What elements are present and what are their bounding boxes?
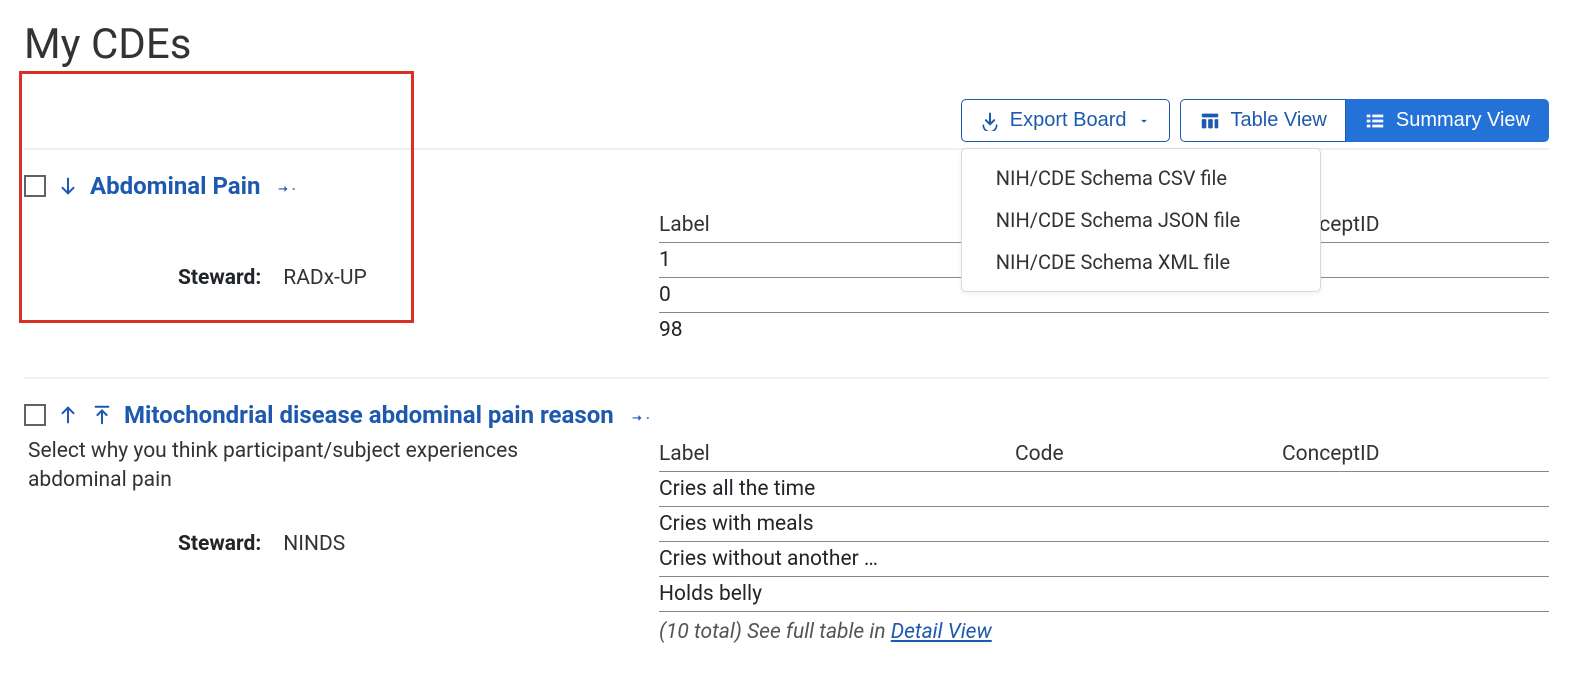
move-to-top-icon[interactable]	[90, 403, 114, 427]
col-label: Label	[659, 437, 1015, 472]
summary-view-label: Summary View	[1396, 109, 1530, 132]
col-code: Code	[1015, 437, 1282, 472]
move-down-icon[interactable]	[56, 174, 80, 198]
steward-label: Steward:	[178, 532, 261, 556]
steward-value: RADx-UP	[283, 266, 367, 290]
cde-title-link[interactable]: Abdominal Pain	[90, 172, 260, 200]
export-board-label: Export Board	[1010, 109, 1127, 132]
table-icon	[1199, 110, 1221, 132]
download-icon	[980, 111, 1000, 131]
cde-title-link[interactable]: Mitochondrial disease abdominal pain rea…	[124, 401, 614, 429]
export-wrapper: Export Board NIH/CDE Schema CSV file NIH…	[961, 99, 1170, 142]
export-dropdown: NIH/CDE Schema CSV file NIH/CDE Schema J…	[961, 148, 1321, 292]
cde-item: Mitochondrial disease abdominal pain rea…	[24, 379, 1549, 674]
table-view-button[interactable]: Table View	[1180, 99, 1346, 142]
export-option-json[interactable]: NIH/CDE Schema JSON file	[962, 199, 1320, 241]
move-up-icon[interactable]	[56, 403, 80, 427]
cde-table-wrapper: Label Code ConceptID Cries all the time …	[659, 437, 1549, 644]
select-checkbox[interactable]	[24, 175, 46, 197]
cde-meta: Select why you think participant/subject…	[24, 437, 619, 644]
cde-header: Mitochondrial disease abdominal pain rea…	[24, 401, 1549, 429]
export-option-csv[interactable]: NIH/CDE Schema CSV file	[962, 157, 1320, 199]
table-row: Cries without another …	[659, 542, 1549, 577]
cde-description: Select why you think participant/subject…	[28, 437, 619, 496]
list-icon	[1364, 110, 1386, 132]
values-table: Label Code ConceptID Cries all the time …	[659, 437, 1549, 612]
table-footnote: (10 total) See full table in Detail View	[659, 612, 1549, 644]
cde-meta: Steward: RADx-UP	[24, 208, 619, 347]
table-row: 98	[659, 313, 1549, 348]
pin-icon[interactable]	[278, 176, 298, 196]
steward-label: Steward:	[178, 266, 261, 290]
select-checkbox[interactable]	[24, 404, 46, 426]
cde-body: Select why you think participant/subject…	[24, 437, 1549, 644]
steward-value: NINDS	[283, 532, 345, 556]
toolbar: Export Board NIH/CDE Schema CSV file NIH…	[24, 99, 1549, 142]
col-conceptid: ConceptID	[1282, 437, 1549, 472]
caret-down-icon	[1137, 114, 1151, 128]
table-row: Cries all the time	[659, 472, 1549, 507]
page-title: My CDEs	[24, 20, 1549, 69]
footnote-text: (10 total) See full table in	[659, 620, 891, 644]
col-conceptid: ConceptID	[1282, 208, 1549, 243]
export-board-button[interactable]: Export Board	[961, 99, 1170, 142]
table-row: Holds belly	[659, 577, 1549, 612]
table-row: Cries with meals	[659, 507, 1549, 542]
summary-view-button[interactable]: Summary View	[1346, 99, 1549, 142]
pin-icon[interactable]	[632, 405, 652, 425]
export-option-xml[interactable]: NIH/CDE Schema XML file	[962, 241, 1320, 283]
table-view-label: Table View	[1231, 109, 1327, 132]
detail-view-link[interactable]: Detail View	[891, 620, 992, 644]
view-toggle-group: Table View Summary View	[1180, 99, 1549, 142]
